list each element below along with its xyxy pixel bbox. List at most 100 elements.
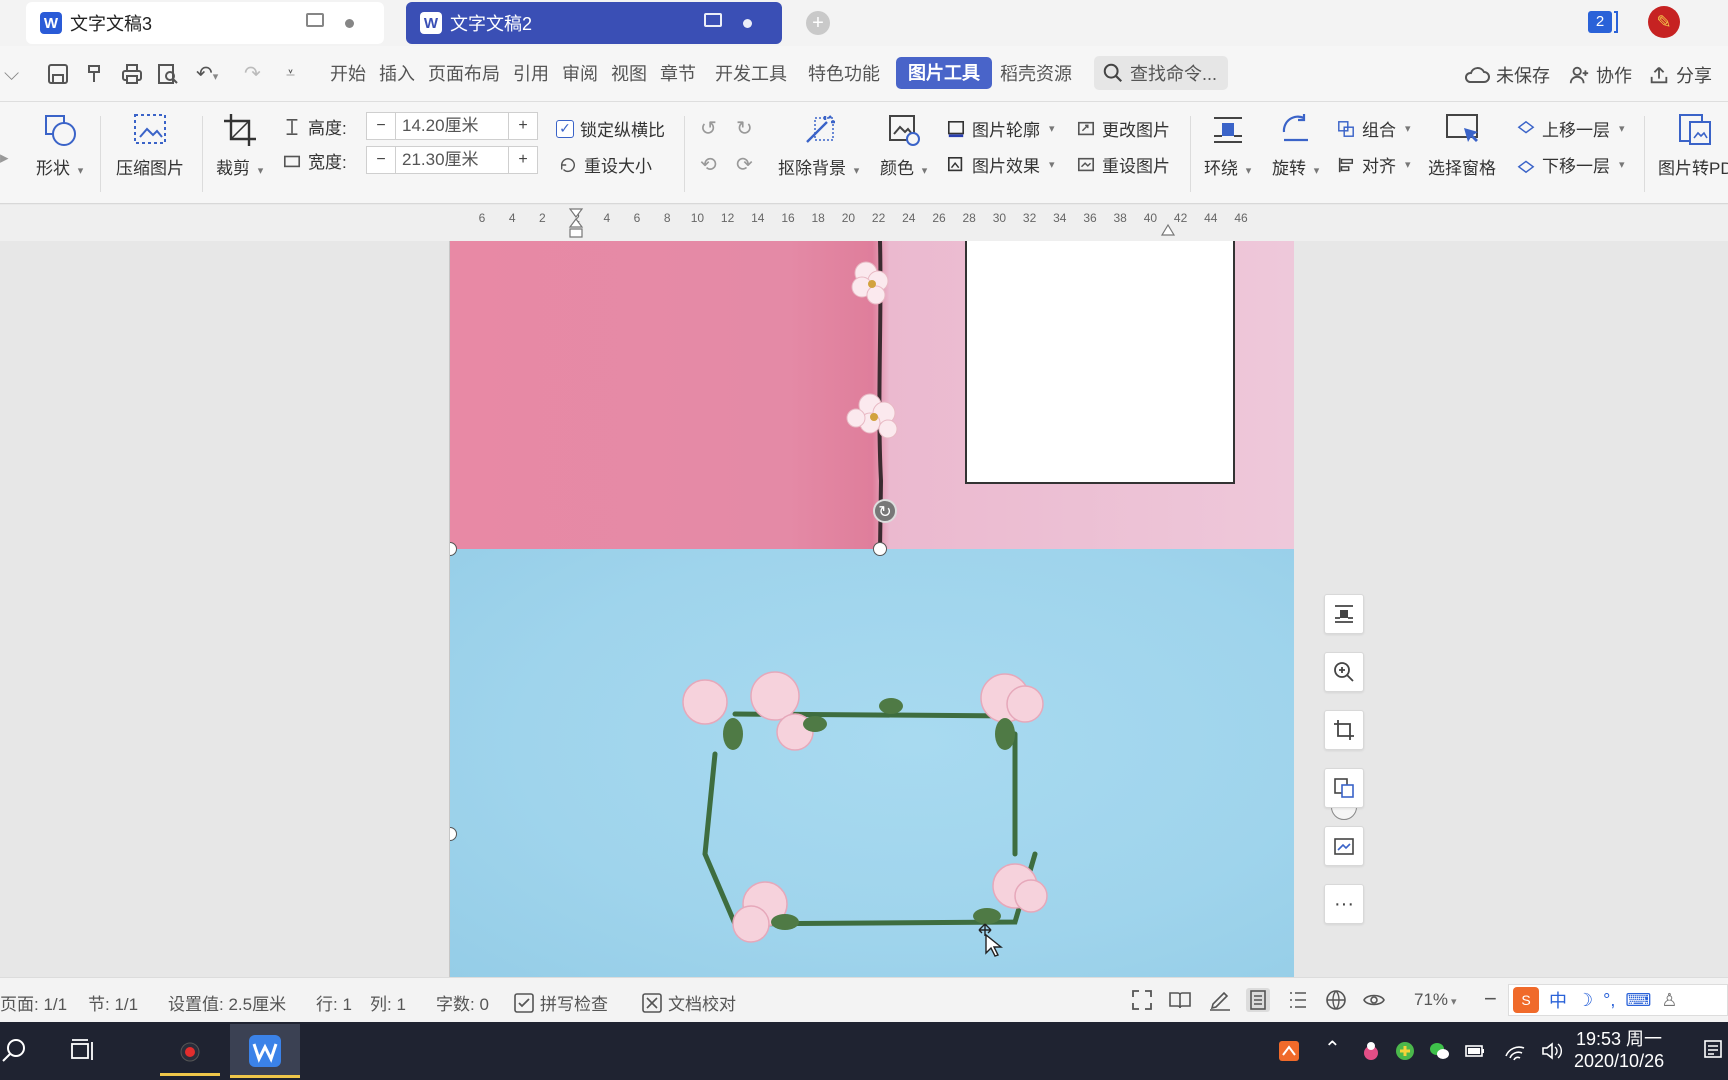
avatar[interactable]: ✎ xyxy=(1648,6,1680,38)
monitor-icon[interactable] xyxy=(306,13,324,27)
ribbon-scroll-left-icon[interactable]: ▸ xyxy=(0,148,9,168)
align-button[interactable]: 对齐 xyxy=(1336,152,1411,177)
document-page[interactable]: ↻ xyxy=(449,241,1294,977)
reset-picture-button[interactable]: 重设图片 xyxy=(1076,152,1170,177)
remove-background-button[interactable]: 抠除背景 xyxy=(778,112,859,179)
document-canvas[interactable]: ↻ − ··· xyxy=(0,241,1728,977)
zoom-out-button[interactable]: − xyxy=(1484,986,1497,1012)
pink-flower-picture[interactable] xyxy=(450,241,1294,549)
bring-forward-button[interactable]: 上移一层 xyxy=(1516,116,1625,141)
resize-handle[interactable] xyxy=(873,542,887,556)
undo-icon[interactable]: ↶▾ xyxy=(196,62,218,86)
position-setting[interactable]: 设置值: 2.5厘米 xyxy=(168,990,286,1015)
menu-view[interactable]: 视图 xyxy=(611,62,647,86)
lock-aspect-ratio-checkbox[interactable]: ✓ 锁定纵横比 xyxy=(556,116,665,141)
reset-size-button[interactable]: 重设大小 xyxy=(558,152,652,177)
menu-review[interactable]: 审阅 xyxy=(562,62,598,86)
unsaved-status-button[interactable]: 未保存 xyxy=(1464,62,1550,88)
zoom-picture-button[interactable] xyxy=(1324,652,1364,692)
fullscreen-icon[interactable] xyxy=(1130,988,1154,1012)
color-button[interactable]: 颜色 xyxy=(880,112,927,179)
customize-toolbar-icon[interactable]: ⩡ xyxy=(286,62,295,86)
tray-pet-icon[interactable] xyxy=(1360,1040,1382,1062)
compress-picture-button[interactable]: 压缩图片 xyxy=(116,112,184,179)
menu-special-features[interactable]: 特色功能 xyxy=(808,62,880,86)
notification-center-icon[interactable] xyxy=(1702,1038,1724,1060)
white-card-shape[interactable] xyxy=(965,241,1235,484)
close-dot-icon[interactable] xyxy=(345,19,354,28)
height-decrease-button[interactable]: − xyxy=(366,112,396,140)
send-backward-button[interactable]: 下移一层 xyxy=(1516,152,1625,177)
tray-security-icon[interactable] xyxy=(1394,1040,1416,1062)
width-decrease-button[interactable]: − xyxy=(366,146,396,174)
print-preview-icon[interactable] xyxy=(156,62,180,86)
height-increase-button[interactable]: + xyxy=(508,112,538,140)
task-view-icon[interactable] xyxy=(68,1036,98,1066)
taskbar-app-wps-writer[interactable] xyxy=(230,1024,300,1078)
ime-punctuation-icon[interactable]: °, xyxy=(1603,990,1615,1011)
page-view-icon[interactable] xyxy=(1246,988,1270,1012)
rotate-left-icon[interactable]: ↺ xyxy=(700,116,717,141)
picture-effects-button[interactable]: 图片效果 xyxy=(946,152,1055,177)
flip-horizontal-icon[interactable]: ⟳ xyxy=(736,152,753,177)
tab-picture-tools[interactable]: 图片工具 xyxy=(896,57,992,89)
section-count[interactable]: 节: 1/1 xyxy=(88,990,138,1015)
eye-protection-icon[interactable] xyxy=(1362,988,1386,1012)
menu-page-layout[interactable]: 页面布局 xyxy=(428,62,500,86)
edit-mode-icon[interactable] xyxy=(1208,988,1232,1012)
width-increase-button[interactable]: + xyxy=(508,146,538,174)
checkbox-checked-icon[interactable]: ✓ xyxy=(556,119,574,138)
document-tab[interactable]: W 文字文稿3 xyxy=(26,2,384,44)
show-hidden-icons-icon[interactable]: ⌃ xyxy=(1324,1036,1346,1060)
group-button[interactable]: 组合 xyxy=(1336,116,1411,141)
menu-chapter[interactable]: 章节 xyxy=(660,62,696,86)
command-search-input[interactable]: 查找命令... xyxy=(1094,56,1228,90)
menu-docer-resources[interactable]: 稻壳资源 xyxy=(1000,62,1072,86)
ime-moon-icon[interactable]: ☽ xyxy=(1577,990,1593,1011)
input-method-toolbar[interactable]: S 中 ☽ °, ⌨ ♙ xyxy=(1508,984,1728,1016)
monitor-icon[interactable] xyxy=(704,13,722,27)
right-indent-marker-icon[interactable] xyxy=(1160,221,1176,237)
ime-chinese-mode[interactable]: 中 xyxy=(1549,987,1567,1013)
print-icon[interactable] xyxy=(120,62,144,86)
word-count[interactable]: 字数: 0 xyxy=(436,990,489,1015)
volume-icon[interactable] xyxy=(1540,1040,1562,1062)
picture-outline-button[interactable]: 图片轮廓 xyxy=(946,116,1055,141)
menu-home[interactable]: 开始 xyxy=(330,62,366,86)
change-picture-side-button[interactable] xyxy=(1324,826,1364,866)
shape-button[interactable]: 形状 xyxy=(36,112,83,179)
picture-to-text-button[interactable] xyxy=(1324,768,1364,808)
blue-flower-picture[interactable] xyxy=(450,549,1294,977)
spell-check-button[interactable]: 拼写检查 xyxy=(514,990,608,1015)
wifi-icon[interactable] xyxy=(1504,1040,1526,1062)
collaborate-button[interactable]: 协作 xyxy=(1568,62,1632,88)
rotate-right-icon[interactable]: ↻ xyxy=(736,116,753,141)
outline-view-icon[interactable] xyxy=(1286,988,1310,1012)
indent-marker-icon[interactable] xyxy=(568,207,584,239)
crop-button[interactable]: 裁剪 xyxy=(216,112,263,179)
crop-picture-button[interactable] xyxy=(1324,710,1364,750)
reading-mode-icon[interactable] xyxy=(1168,988,1192,1012)
search-icon[interactable] xyxy=(0,1036,30,1066)
zoom-level-dropdown[interactable]: 71% xyxy=(1414,990,1457,1010)
menu-references[interactable]: 引用 xyxy=(513,62,549,86)
new-tab-button[interactable]: + xyxy=(806,11,830,35)
layout-options-button[interactable] xyxy=(1324,594,1364,634)
height-stepper[interactable]: − 14.20厘米 + xyxy=(366,112,538,140)
document-proofread-button[interactable]: 文档校对 xyxy=(642,990,736,1015)
wechat-icon[interactable] xyxy=(1428,1040,1450,1062)
flip-vertical-icon[interactable]: ⟲ xyxy=(700,152,717,177)
menu-developer[interactable]: 开发工具 xyxy=(715,62,787,86)
selection-pane-button[interactable]: 选择窗格 xyxy=(1428,112,1496,179)
wrap-text-button[interactable]: 环绕 xyxy=(1204,112,1251,179)
format-painter-icon[interactable] xyxy=(84,62,108,86)
document-tab-active[interactable]: W 文字文稿2 xyxy=(406,2,782,44)
ime-user-icon[interactable]: ♙ xyxy=(1661,990,1677,1011)
web-view-icon[interactable] xyxy=(1324,988,1348,1012)
redo-icon[interactable]: ↷ xyxy=(244,62,261,86)
window-count-badge[interactable]: 2 xyxy=(1588,11,1612,33)
picture-to-pdf-button[interactable]: 图片转PD xyxy=(1658,112,1728,179)
page-count[interactable]: 页面: 1/1 xyxy=(0,990,67,1015)
horizontal-ruler[interactable]: 6 4 2 2 4 6 8 10 12 14 16 18 20 22 24 26 28 30 32 34 36 38 40 4… xyxy=(0,205,1728,241)
width-stepper[interactable]: − 21.30厘米 + xyxy=(366,146,538,174)
